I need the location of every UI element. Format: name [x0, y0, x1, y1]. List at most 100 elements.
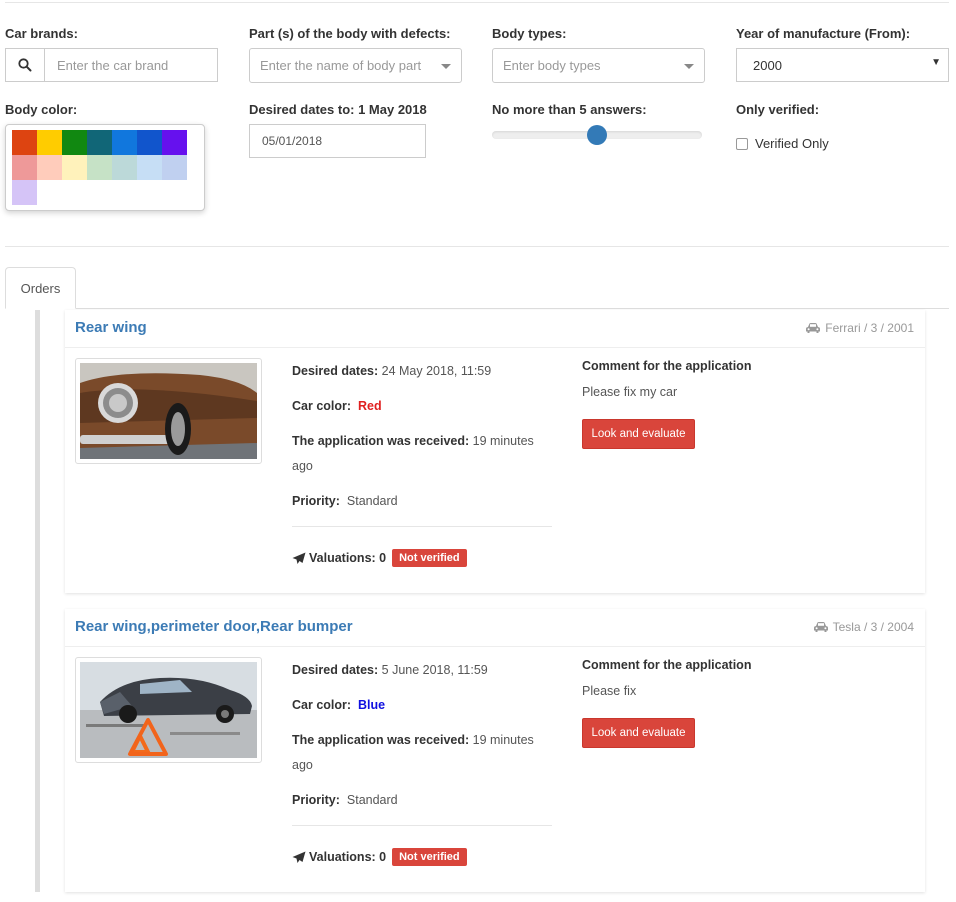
color-swatch[interactable] [87, 155, 112, 180]
priority-value: Standard [346, 793, 398, 807]
car-brands-label: Car brands: [5, 26, 78, 41]
car-icon [813, 622, 828, 632]
car-icon [806, 323, 821, 333]
verified-only-checkbox[interactable] [736, 137, 748, 150]
desired-date-value: 05/01/2018 [262, 134, 323, 148]
color-swatch[interactable] [162, 130, 187, 155]
look-and-evaluate-button[interactable]: Look and evaluate [582, 419, 695, 449]
desired-dates-row: Desired dates: 24 May 2018, 11:59 [292, 359, 552, 384]
order-card: Rear wing Ferrari / 3 / 2001 Desired dat… [65, 310, 925, 593]
received-row: The application was received: 19 minutes… [292, 429, 552, 479]
order-title[interactable]: Rear wing [75, 319, 147, 336]
body-color-label: Body color: [5, 102, 78, 117]
verified-only-option[interactable]: Verified Only [736, 136, 829, 151]
desired-dates-key: Desired dates: [292, 663, 379, 677]
order-meta: Tesla / 3 / 2004 [813, 620, 914, 634]
rusty-car-photo [80, 363, 257, 459]
color-swatch[interactable] [137, 155, 162, 180]
slider-handle[interactable] [587, 125, 607, 145]
car-brand-input[interactable] [45, 49, 217, 81]
color-swatch[interactable] [112, 155, 137, 180]
color-swatch-grid [12, 130, 198, 205]
paper-plane-icon [292, 552, 306, 564]
color-palette [5, 124, 205, 211]
card-divider [65, 347, 925, 348]
body-types-label: Body types: [492, 26, 567, 41]
card-divider [65, 646, 925, 647]
color-swatch[interactable] [12, 180, 37, 205]
car-color-value: Red [358, 399, 382, 413]
only-verified-label: Only verified: [736, 102, 820, 117]
tab-orders-label: Orders [20, 280, 61, 296]
verified-only-text: Verified Only [755, 136, 829, 151]
order-card: Rear wing,perimeter door,Rear bumper Tes… [65, 609, 925, 892]
car-color-value: Blue [358, 698, 386, 712]
color-swatch[interactable] [162, 155, 187, 180]
car-color-row: Car color: Blue [292, 693, 552, 718]
desired-dates-row: Desired dates: 5 June 2018, 11:59 [292, 658, 552, 683]
comment-text: Please fix my car [582, 385, 678, 399]
color-swatch[interactable] [137, 130, 162, 155]
tab-orders[interactable]: Orders [5, 267, 76, 309]
received-row: The application was received: 19 minutes… [292, 728, 552, 778]
triangle-down-icon: ▼ [931, 57, 941, 68]
priority-row: Priority: Standard [292, 489, 552, 514]
color-swatch[interactable] [37, 155, 62, 180]
desired-dates-value: 5 June 2018, 11:59 [381, 663, 488, 677]
priority-value: Standard [346, 494, 398, 508]
car-color-key: Car color: [292, 399, 352, 413]
caret-down-icon [441, 64, 451, 69]
color-swatch[interactable] [87, 130, 112, 155]
comment-heading: Comment for the application [582, 359, 752, 373]
body-parts-select[interactable]: Enter the name of body part [249, 48, 462, 83]
car-brand-input-group [5, 48, 218, 82]
tabs-bar: Orders [5, 267, 949, 309]
priority-key: Priority: [292, 494, 340, 508]
body-types-placeholder: Enter body types [503, 58, 601, 73]
received-key: The application was received: [292, 733, 470, 747]
valuations-text: Valuations: 0 [309, 551, 387, 565]
look-and-evaluate-button[interactable]: Look and evaluate [582, 718, 695, 748]
top-divider [5, 2, 949, 3]
order-details: Desired dates: 5 June 2018, 11:59 Car co… [292, 658, 552, 826]
search-icon[interactable] [6, 49, 45, 81]
body-parts-placeholder: Enter the name of body part [260, 58, 422, 73]
order-meta: Ferrari / 3 / 2001 [805, 321, 914, 335]
color-swatch[interactable] [62, 130, 87, 155]
answers-slider[interactable] [492, 125, 702, 145]
order-title[interactable]: Rear wing,perimeter door,Rear bumper [75, 618, 353, 635]
filters-divider [5, 246, 949, 247]
priority-key: Priority: [292, 793, 340, 807]
timeline-bar [35, 310, 40, 892]
status-badge: Not verified [392, 549, 467, 567]
status-badge: Not verified [392, 848, 467, 866]
caret-down-icon [684, 64, 694, 69]
color-swatch[interactable] [12, 130, 37, 155]
order-thumbnail[interactable] [75, 358, 262, 464]
order-details: Desired dates: 24 May 2018, 11:59 Car co… [292, 359, 552, 527]
year-from-label: Year of manufacture (From): [736, 26, 911, 41]
desired-dates-label: Desired dates to: 1 May 2018 [249, 102, 427, 117]
comment-heading: Comment for the application [582, 658, 752, 672]
priority-row: Priority: Standard [292, 788, 552, 813]
answers-label: No more than 5 answers: [492, 102, 647, 117]
year-from-select[interactable]: 2000 ▼ [736, 48, 949, 82]
order-thumbnail[interactable] [75, 657, 262, 763]
color-swatch[interactable] [112, 130, 137, 155]
color-swatch[interactable] [12, 155, 37, 180]
paper-plane-icon [292, 851, 306, 863]
color-swatch[interactable] [62, 155, 87, 180]
color-swatch[interactable] [37, 130, 62, 155]
year-from-value: 2000 [753, 57, 782, 73]
order-meta-text: Tesla / 3 / 2004 [832, 620, 914, 634]
desired-dates-value: 24 May 2018, 11:59 [381, 364, 492, 378]
body-parts-label: Part (s) of the body with defects: [249, 26, 451, 41]
valuations-row: Valuations: 0 Not verified [292, 549, 467, 567]
desired-date-input[interactable]: 05/01/2018 [249, 124, 426, 158]
car-color-row: Car color: Red [292, 394, 552, 419]
body-types-select[interactable]: Enter body types [492, 48, 705, 83]
desired-dates-key: Desired dates: [292, 364, 379, 378]
valuations-text: Valuations: 0 [309, 850, 387, 864]
car-color-key: Car color: [292, 698, 352, 712]
order-meta-text: Ferrari / 3 / 2001 [825, 321, 914, 335]
